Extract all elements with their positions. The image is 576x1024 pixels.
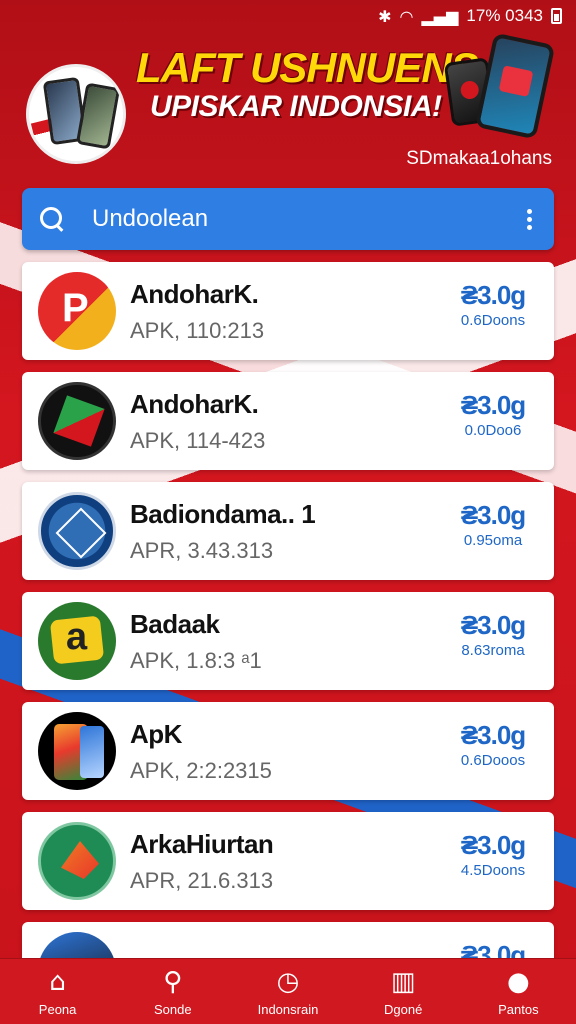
app-size: 0.6Doons xyxy=(460,312,526,329)
more-options-icon[interactable] xyxy=(520,206,538,233)
app-card[interactable]: AndoharK. APK, 114-423 ₴3.0g 0.0Doo6 xyxy=(22,372,554,470)
nav-item-indonesia[interactable]: ◷ Indonsrain xyxy=(238,966,338,1017)
nav-label: Indonsrain xyxy=(257,1002,319,1017)
search-icon: ⚲ xyxy=(163,967,183,997)
header-phones-illustration xyxy=(443,32,558,140)
wifi-icon: ◠ xyxy=(399,6,414,26)
app-icon xyxy=(38,822,116,900)
bluetooth-icon: ✱ xyxy=(378,6,392,26)
app-size: 8.63roma xyxy=(461,642,525,659)
signal-icon: ▂▄▆ xyxy=(421,6,459,26)
download-button[interactable]: ₴3.0g 4.5Doons xyxy=(452,832,534,879)
app-price: ₴3.0g xyxy=(460,720,526,750)
banner-title: LAFT USHNUENS xyxy=(136,44,479,91)
bottom-navigation: ⌂ Peona ⚲ Sonde ◷ Indonsrain ▥ Dgoné ● P… xyxy=(0,958,576,1024)
app-card[interactable]: ArkaHiurtan APR, 21.6.313 ₴3.0g 4.5Doons xyxy=(22,812,554,910)
search-icon[interactable] xyxy=(38,205,66,233)
header-phones-image xyxy=(26,64,126,164)
app-icon xyxy=(38,712,116,790)
app-icon xyxy=(38,602,116,680)
download-button[interactable]: ₴3.0g 0.6Doons xyxy=(452,282,534,329)
profile-icon: ● xyxy=(507,967,530,997)
nav-item-library[interactable]: ▥ Dgoné xyxy=(353,966,453,1017)
nav-label: Dgoné xyxy=(384,1002,423,1017)
app-price: ₴3.0g xyxy=(460,500,526,530)
nav-label: Pantos xyxy=(498,1002,539,1017)
app-list: AndoharK. APK, 110:213 ₴3.0g 0.6Doons An… xyxy=(22,262,554,1024)
battery-icon xyxy=(551,8,562,24)
banner-subtitle: UPISKAR INDONSIA! xyxy=(150,90,442,123)
nav-item-search[interactable]: ⚲ Sonde xyxy=(123,966,223,1017)
status-bar: ✱ ◠ ▂▄▆ 17% 0343 xyxy=(0,0,576,32)
app-size: 0.0Doo6 xyxy=(464,422,522,439)
banner-tagline: SDmakaa1ohans xyxy=(406,148,552,169)
app-size: 0.6Dooos xyxy=(460,752,526,769)
app-price: ₴3.0g xyxy=(460,280,526,310)
download-button[interactable]: ₴3.0g 8.63roma xyxy=(452,612,534,659)
home-icon: ⌂ xyxy=(49,967,66,997)
app-card[interactable]: Badaak APK, 1.8:3 ᵃ1 ₴3.0g 8.63roma xyxy=(22,592,554,690)
app-price: ₴3.0g xyxy=(460,390,526,420)
clock-icon: ◷ xyxy=(276,967,300,997)
download-button[interactable]: ₴3.0g 0.0Doo6 xyxy=(452,392,534,439)
app-size: 0.95oma xyxy=(463,532,523,549)
status-text: 17% 0343 xyxy=(466,6,543,25)
search-bar[interactable] xyxy=(22,188,554,250)
app-card[interactable]: ApK APK, 2:2:2315 ₴3.0g 0.6Dooos xyxy=(22,702,554,800)
search-input[interactable] xyxy=(92,205,520,233)
app-price: ₴3.0g xyxy=(460,830,526,860)
app-icon xyxy=(38,492,116,570)
header-banner: LAFT USHNUENS UPISKAR INDONSIA! SDmakaa1… xyxy=(0,30,576,180)
app-card[interactable]: Badiondama.. 1 APR, 3.43.313 ₴3.0g 0.95o… xyxy=(22,482,554,580)
app-size: 4.5Doons xyxy=(460,862,526,879)
nav-label: Peona xyxy=(38,1002,77,1017)
app-icon xyxy=(38,382,116,460)
app-card[interactable]: AndoharK. APK, 110:213 ₴3.0g 0.6Doons xyxy=(22,262,554,360)
book-icon: ▥ xyxy=(390,967,416,997)
nav-item-home[interactable]: ⌂ Peona xyxy=(8,966,108,1017)
download-button[interactable]: ₴3.0g 0.6Dooos xyxy=(452,722,534,769)
app-price: ₴3.0g xyxy=(460,610,526,640)
app-icon xyxy=(38,272,116,350)
nav-label: Sonde xyxy=(153,1002,192,1017)
download-button[interactable]: ₴3.0g 0.95oma xyxy=(452,502,534,549)
nav-item-profile[interactable]: ● Pantos xyxy=(468,966,568,1017)
